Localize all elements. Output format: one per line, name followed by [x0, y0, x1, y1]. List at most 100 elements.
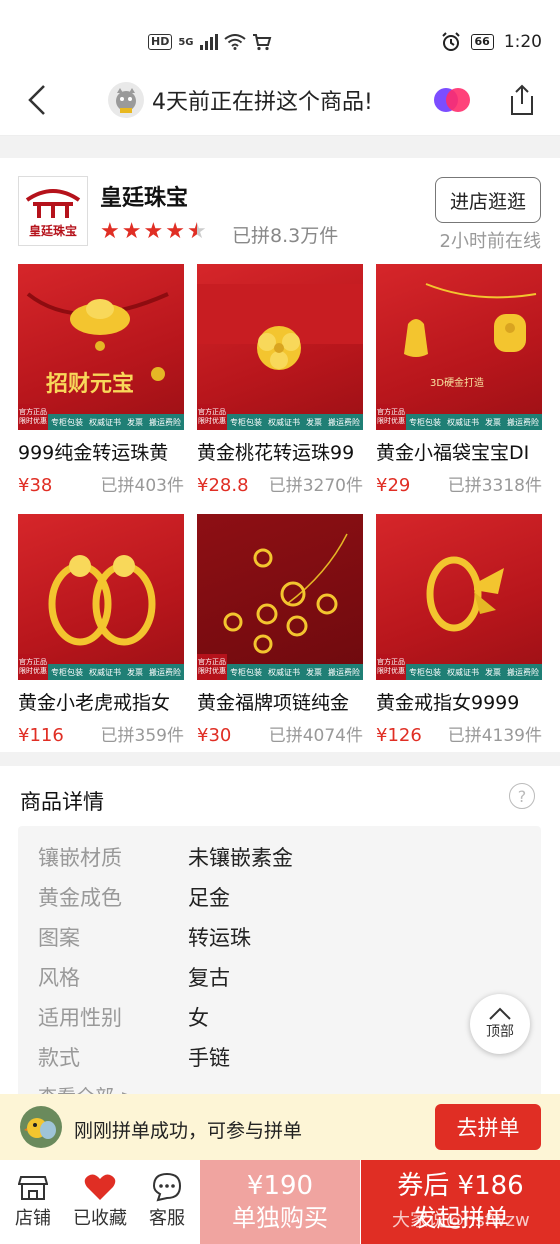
visit-store-button[interactable]: 进店逛逛 — [435, 177, 541, 223]
spec-row: 款式 手链 — [38, 1042, 230, 1072]
product-image[interactable]: 招财元宝 专柜包装 权威证书 发票 搬运费险 官方正品 限时优惠 — [18, 264, 184, 430]
store-tab[interactable]: 店铺 — [0, 1170, 66, 1230]
product-card[interactable]: 3D硬金打造 专柜包装 权威证书 发票 搬运费险 官方正品 限时优惠 黄金小福袋宝宝DI… — [376, 264, 542, 496]
status-indicators: HD 5G — [148, 30, 272, 54]
service-tag: 发票 — [485, 667, 501, 677]
official-badge: 官方正品 限时优惠 — [376, 404, 406, 430]
product-name[interactable]: 999纯金转运珠黄 — [18, 438, 184, 465]
nav-center: 4天前正在拼这个商品! — [108, 82, 373, 118]
join-group-button[interactable]: 去拼单 — [435, 1104, 541, 1150]
service-tag: 权威证书 — [447, 667, 479, 677]
spec-value: 转运珠 — [188, 926, 251, 950]
service-tag: 专柜包装 — [51, 417, 83, 427]
product-sold: 已拼4074件 — [268, 726, 363, 746]
product-sold: 已拼359件 — [100, 726, 184, 746]
badge-line: 官方正品 — [377, 408, 405, 416]
product-image[interactable]: 3D硬金打造 专柜包装 权威证书 发票 搬运费险 官方正品 限时优惠 — [376, 264, 542, 430]
badge-line: 限时优惠 — [377, 667, 405, 675]
shop-logo[interactable]: 皇廷珠宝 — [18, 176, 88, 246]
share-icon — [511, 84, 533, 115]
service-tag: 专柜包装 — [51, 667, 83, 677]
product-name[interactable]: 黄金福牌项链纯金 — [197, 688, 363, 715]
store-icon — [18, 1176, 48, 1200]
product-sold: 已拼4139件 — [447, 726, 542, 746]
spec-key: 适用性别 — [38, 1006, 122, 1030]
product-card[interactable]: 专柜包装 权威证书 发票 搬运费险 官方正品 限时优惠 黄金福牌项链纯金 ¥30 已拼40… — [197, 514, 363, 746]
spec-value: 复古 — [188, 966, 230, 990]
service-tag: 搬运费险 — [507, 417, 539, 427]
spec-value: 女 — [188, 1006, 209, 1030]
detail-title: 商品详情 — [20, 790, 104, 814]
nav-bar: 4天前正在拼这个商品! — [0, 64, 560, 136]
half-star-icon: ★ — [186, 219, 207, 244]
badge-line: 限时优惠 — [377, 417, 405, 425]
product-name[interactable]: 黄金小福袋宝宝DI — [376, 438, 542, 465]
spec-row: 图案 转运珠 — [38, 922, 251, 952]
badge-line: 官方正品 — [198, 408, 226, 416]
back-to-top-label: 顶部 — [486, 1024, 514, 1040]
battery-indicator: 66 — [470, 34, 494, 50]
pendant-necklace-icon — [223, 533, 348, 654]
shop-name[interactable]: 皇廷珠宝 — [100, 180, 188, 212]
official-badge: 官方正品 限时优惠 — [197, 654, 227, 680]
share-button[interactable] — [504, 82, 540, 118]
service-tag: 权威证书 — [268, 667, 300, 677]
chevron-left-icon — [28, 85, 45, 115]
spec-key: 风格 — [38, 966, 80, 990]
product-sold: 已拼403件 — [100, 476, 184, 496]
product-name[interactable]: 黄金戒指女9999 — [376, 688, 542, 715]
service-tag: 权威证书 — [447, 417, 479, 427]
buy-single-button[interactable]: ¥190 单独购买 — [200, 1160, 360, 1244]
product-image[interactable]: 专柜包装 权威证书 发票 搬运费险 官方正品 限时优惠 — [197, 514, 363, 680]
service-tag: 发票 — [127, 667, 143, 677]
signal-icon — [199, 34, 218, 50]
lucky-bag-icon — [404, 283, 537, 357]
service-tag: 权威证书 — [89, 417, 121, 427]
page-title: 4天前正在拼这个商品! — [152, 90, 373, 115]
service-tag: 搬运费险 — [328, 417, 360, 427]
service-tab[interactable]: 客服 — [134, 1170, 200, 1230]
badge-line: 官方正品 — [19, 658, 47, 666]
pinduoduo-logo-icon[interactable] — [432, 86, 472, 114]
product-price: ¥30 — [197, 725, 232, 746]
official-badge: 官方正品 限时优惠 — [376, 654, 406, 680]
favorite-tab-label: 已收藏 — [73, 1208, 127, 1229]
product-card[interactable]: 专柜包装 权威证书 发票 搬运费险 官方正品 限时优惠 黄金戒指女9999 ¥126 已拼… — [376, 514, 542, 746]
spec-value: 足金 — [188, 886, 230, 910]
star-icon: ★ — [121, 219, 142, 244]
group-price: 券后 ¥186 — [397, 1171, 524, 1201]
badge-line: 限时优惠 — [19, 667, 47, 675]
peach-blossom-icon — [197, 284, 363, 370]
product-price: ¥38 — [18, 475, 53, 496]
product-image[interactable]: 专柜包装 权威证书 发票 搬运费险 官方正品 限时优惠 — [376, 514, 542, 680]
product-sold: 已拼3270件 — [268, 476, 363, 496]
badge-line: 官方正品 — [19, 408, 47, 416]
service-tag: 搬运费险 — [149, 417, 181, 427]
service-tag: 权威证书 — [268, 417, 300, 427]
product-name[interactable]: 黄金桃花转运珠99 — [197, 438, 363, 465]
service-tag: 搬运费险 — [507, 667, 539, 677]
product-card[interactable]: 招财元宝 专柜包装 权威证书 发票 搬运费险 官方正品 限时优惠 999纯金转运珠黄 ¥… — [18, 264, 184, 496]
badge-line: 限时优惠 — [198, 667, 226, 675]
product-price: ¥116 — [18, 725, 64, 746]
chevron-up-icon — [489, 1007, 511, 1020]
help-icon[interactable]: ? — [509, 783, 535, 809]
product-image[interactable]: 专柜包装 权威证书 发票 搬运费险 官方正品 限时优惠 — [18, 514, 184, 680]
product-name[interactable]: 黄金小老虎戒指女 — [18, 688, 184, 715]
back-to-top-button[interactable]: 顶部 — [470, 994, 530, 1054]
service-tag: 发票 — [485, 417, 501, 427]
badge-line: 官方正品 — [198, 658, 226, 666]
heart-icon — [84, 1174, 116, 1200]
product-card[interactable]: 专柜包装 权威证书 发票 搬运费险 官方正品 限时优惠 黄金小老虎戒指女 ¥116 已拼3… — [18, 514, 184, 746]
palace-logo-icon — [25, 188, 81, 218]
service-tag: 专柜包装 — [230, 667, 262, 677]
spec-key: 黄金成色 — [38, 886, 122, 910]
product-price: ¥28.8 — [197, 475, 249, 496]
watermark: 大家说@hsfwzw — [392, 1210, 530, 1231]
product-card[interactable]: 专柜包装 权威证书 发票 搬运费险 官方正品 限时优惠 黄金桃花转运珠99 ¥28.8 已… — [197, 264, 363, 496]
favorite-tab[interactable]: 已收藏 — [67, 1170, 133, 1230]
spec-row: 镶嵌材质 未镶嵌素金 — [38, 842, 293, 872]
product-image[interactable]: 专柜包装 权威证书 发票 搬运费险 官方正品 限时优惠 — [197, 264, 363, 430]
back-button[interactable] — [20, 82, 56, 118]
buyer-avatar — [108, 82, 144, 118]
